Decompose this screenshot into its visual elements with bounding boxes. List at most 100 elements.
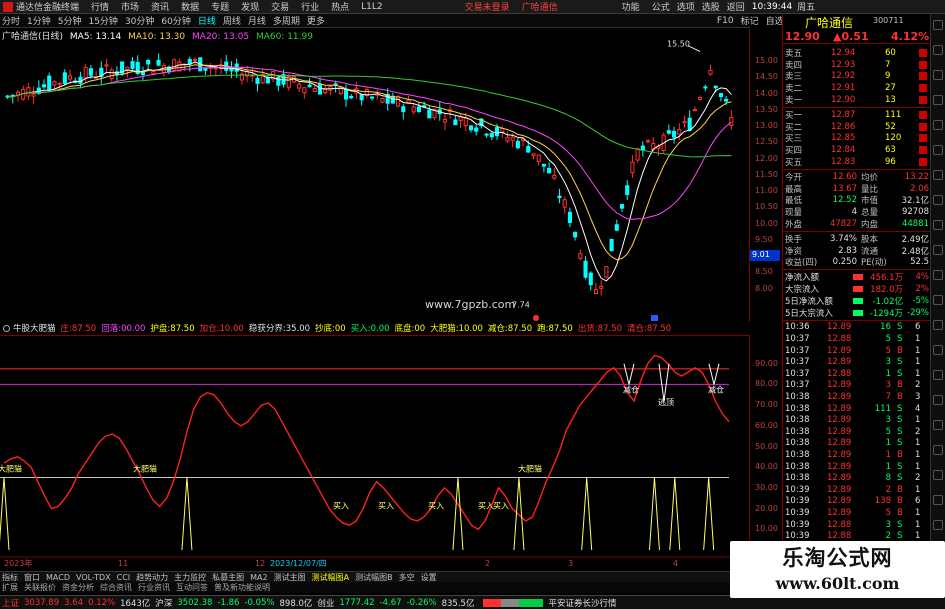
extension-tab[interactable]: 综合资讯 <box>100 582 132 593</box>
menu-item-quote[interactable]: 行情 <box>91 0 109 13</box>
extension-tab[interactable]: 互动问答 <box>176 582 208 593</box>
indicator-tick-label: 70.00 <box>755 400 778 410</box>
flow-row[interactable]: 大宗流入 182.0万 2% <box>783 283 931 295</box>
menu-item-l1l2[interactable]: L1L2 <box>361 2 382 12</box>
period-1min[interactable]: 1分钟 <box>27 14 51 27</box>
sidebar-tool-icon[interactable] <box>933 45 943 55</box>
extension-tab[interactable]: 关联报价 <box>24 582 56 593</box>
menu-item-trade[interactable]: 交易 <box>271 0 289 13</box>
menu-back[interactable]: 返回 <box>727 0 745 13</box>
menu-screener[interactable]: 选股 <box>702 0 720 13</box>
indicator-tab[interactable]: 指标 <box>2 572 18 583</box>
extension-tab[interactable]: 资金分析 <box>62 582 94 593</box>
indicator-tab[interactable]: 私募主图 <box>212 572 244 583</box>
indicator-tabs: 指标 窗口 MACD VOL-TDX CCI 趋势动力 主力监控 私募主图 MA2 测试主图 测试幅… <box>0 571 780 582</box>
menu-item-industry[interactable]: 行业 <box>301 0 319 13</box>
sidebar-tool-icon[interactable] <box>933 445 943 455</box>
index-sh-label[interactable]: 上证 <box>2 597 19 609</box>
indicator-tab[interactable]: 主力监控 <box>174 572 206 583</box>
tick-row: 10:39 12.89 5B 1 <box>783 507 931 519</box>
tick-count: 1 <box>915 507 921 518</box>
tick-count: 1 <box>915 345 921 356</box>
indicator-settings-icon[interactable] <box>3 324 10 332</box>
sidebar-tool-icon[interactable] <box>933 395 943 405</box>
index-sz-label[interactable]: 沪深 <box>155 597 172 609</box>
sidebar-tool-icon[interactable] <box>933 270 943 280</box>
flow-row[interactable]: 净流入额 456.1万 4% <box>783 271 931 283</box>
menu-options[interactable]: 选项 <box>677 0 695 13</box>
period-daily[interactable]: 日线 <box>198 14 216 27</box>
sidebar-tool-icon[interactable] <box>933 370 943 380</box>
period-15min[interactable]: 15分钟 <box>88 14 117 27</box>
extension-tab[interactable]: 普及新功能说明 <box>214 582 270 593</box>
sell-price: 12.91 <box>831 83 856 94</box>
tick-direction: S <box>897 322 903 333</box>
f10-button[interactable]: F10 <box>717 16 734 26</box>
sidebar-tool-icon[interactable] <box>933 245 943 255</box>
indicator-tab[interactable]: 窗口 <box>24 572 40 583</box>
indicator-tab[interactable]: 多空 <box>399 572 415 583</box>
sidebar-tool-icon[interactable] <box>933 220 943 230</box>
price-tick-label: 11.00 <box>755 186 778 196</box>
sidebar-tool-icon[interactable] <box>933 170 943 180</box>
buy-flag-icon <box>919 146 927 155</box>
menu-item-hot[interactable]: 热点 <box>331 0 349 13</box>
menu-item-data[interactable]: 数据 <box>181 0 199 13</box>
stat-value: 2.83 <box>838 245 857 256</box>
indicator-tab[interactable]: 趋势动力 <box>136 572 168 583</box>
indicator-axis: 90.00 80.00 70.00 60.00 50.00 40.00 30.00 20.00… <box>752 335 782 563</box>
indicator-chart[interactable]: 大肥猫 大肥猫买入 买入 买入 买入 买入大肥猫减仓逃顶减仓2023年 11 12 2023/1… <box>0 335 750 571</box>
sidebar-tool-icon[interactable] <box>933 145 943 155</box>
menu-function[interactable]: 功能 <box>622 0 640 13</box>
menu-formula[interactable]: 公式 <box>652 0 670 13</box>
flow-row[interactable]: 5日大宗流入 -1294万 -29% <box>783 307 931 319</box>
index-sh-value: 3037.89 <box>24 597 60 608</box>
indicator-tab[interactable]: MA2 <box>250 573 267 582</box>
candlestick-chart[interactable]: 15.507.74www.7gpzb.com <box>0 29 750 322</box>
period-5min[interactable]: 5分钟 <box>58 14 82 27</box>
sidebar-tool-icon[interactable] <box>933 520 943 530</box>
indicator-tab[interactable]: CCI <box>117 573 131 582</box>
buy-row: 买一 12.87 111 <box>783 109 931 121</box>
sidebar-tool-icon[interactable] <box>933 120 943 130</box>
watchlist-button[interactable]: 自选 <box>766 14 784 27</box>
period-60min[interactable]: 60分钟 <box>161 14 190 27</box>
sidebar-tool-icon[interactable] <box>933 20 943 30</box>
period-more[interactable]: 更多 <box>307 14 325 27</box>
extension-tab[interactable]: 行业资讯 <box>138 582 170 593</box>
indicator-tab[interactable]: 设置 <box>421 572 437 583</box>
indicator-tab[interactable]: 测试幅图B <box>355 572 393 583</box>
menu-item-market[interactable]: 市场 <box>121 0 139 13</box>
period-30min[interactable]: 30分钟 <box>125 14 154 27</box>
menu-item-discover[interactable]: 发现 <box>241 0 259 13</box>
mark-button[interactable]: 标记 <box>741 14 759 27</box>
period-weekly[interactable]: 周线 <box>223 14 241 27</box>
sidebar-tool-icon[interactable] <box>933 70 943 80</box>
tick-row: 10:37 12.89 5 B 1 <box>783 345 931 357</box>
indicator-tab[interactable]: MACD <box>46 573 70 582</box>
indicator-tab[interactable]: 测试主图 <box>274 572 306 583</box>
period-monthly[interactable]: 月线 <box>248 14 266 27</box>
index-cy-label[interactable]: 创业 <box>317 597 334 609</box>
sidebar-tool-icon[interactable] <box>933 470 943 480</box>
trade-login-status[interactable]: 交易未登录 <box>465 0 510 13</box>
period-multi[interactable]: 多周期 <box>273 14 300 27</box>
indicator-tab[interactable]: 测试幅图A <box>312 572 349 583</box>
indicator-tab[interactable]: VOL-TDX <box>76 573 111 582</box>
sidebar-tool-icon[interactable] <box>933 320 943 330</box>
tick-time: 10:37 <box>785 333 810 344</box>
flow-row[interactable]: 5日净流入额 -1.02亿 -5% <box>783 295 931 307</box>
sidebar-tool-icon[interactable] <box>933 495 943 505</box>
stat-value: 92708 <box>901 207 929 218</box>
sidebar-tool-icon[interactable] <box>933 95 943 105</box>
buy-volume: 111 <box>885 109 902 120</box>
extension-tab[interactable]: 扩展 <box>2 582 18 593</box>
menu-item-news[interactable]: 资讯 <box>151 0 169 13</box>
sidebar-tool-icon[interactable] <box>933 345 943 355</box>
period-intraday[interactable]: 分时 <box>2 14 20 27</box>
tick-count: 1 <box>915 333 921 344</box>
sidebar-tool-icon[interactable] <box>933 195 943 205</box>
menu-item-topic[interactable]: 专题 <box>211 0 229 13</box>
sidebar-tool-icon[interactable] <box>933 420 943 430</box>
sidebar-tool-icon[interactable] <box>933 295 943 305</box>
